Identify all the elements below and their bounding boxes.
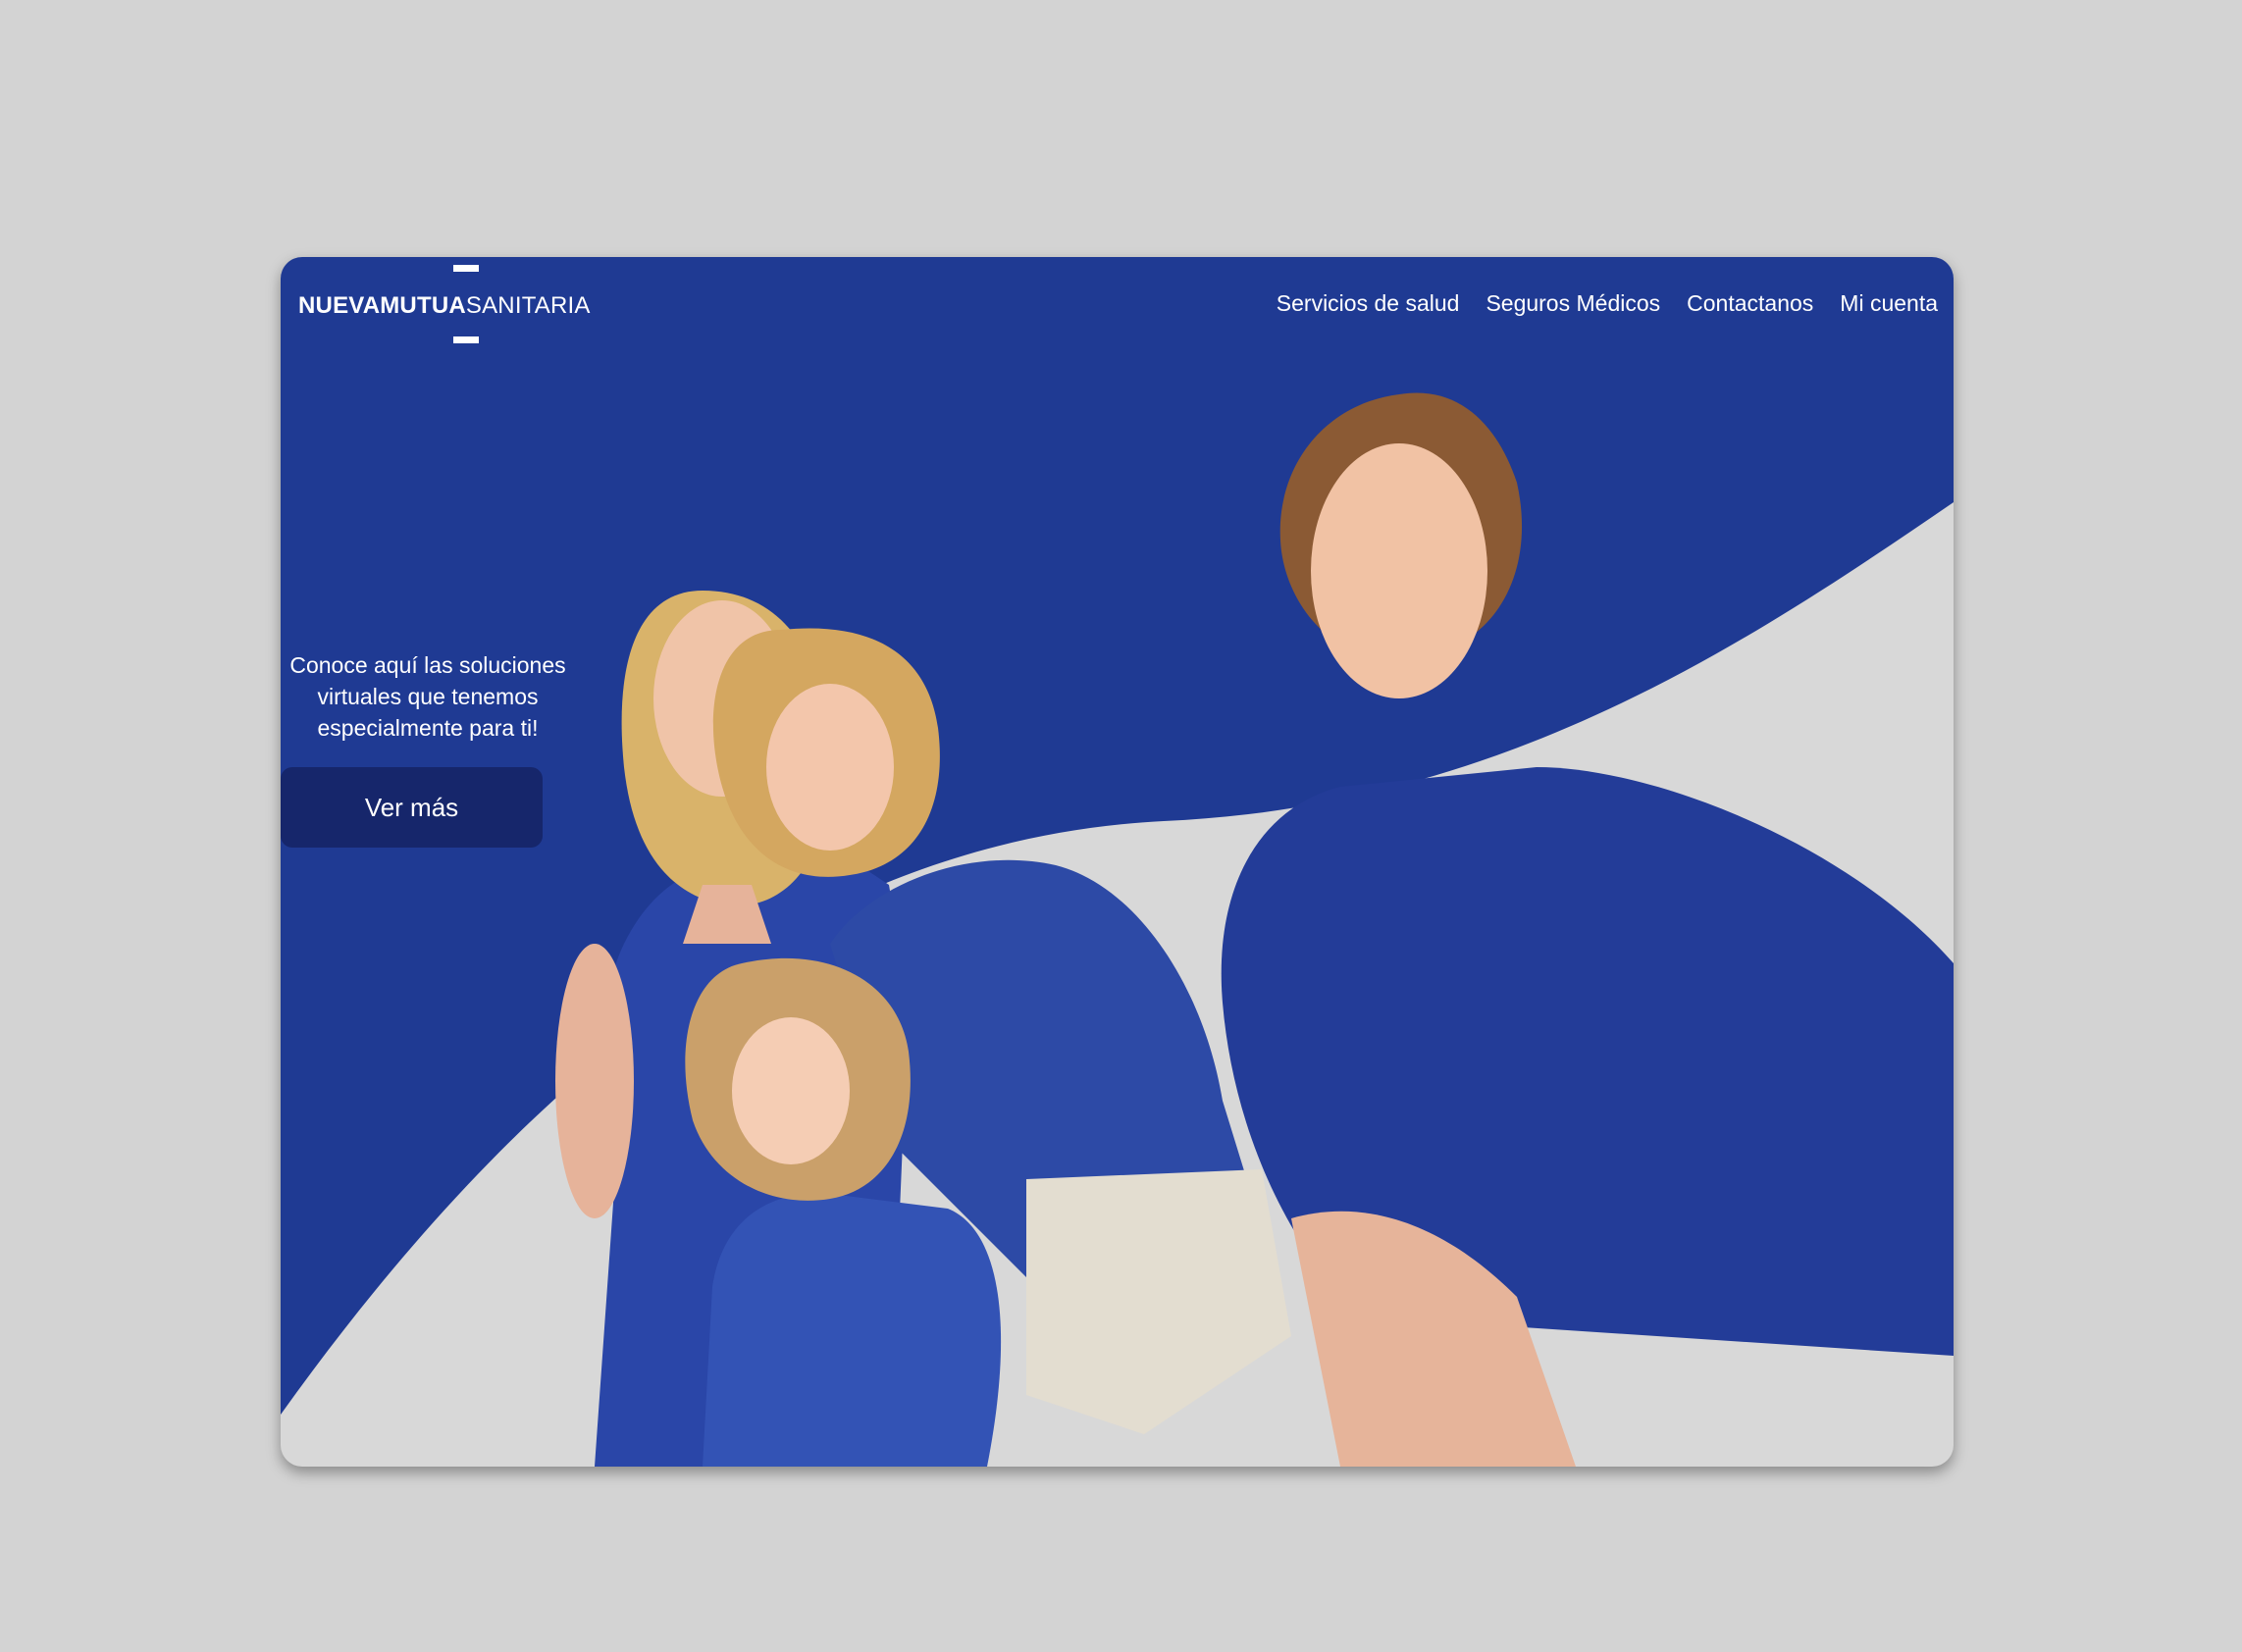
hero-text-line1: Conoce aquí las soluciones [289,652,566,678]
ver-mas-button[interactable]: Ver más [281,767,543,848]
logo-text-bold: NUEVAMUTUA [298,292,466,319]
nav-item-contactanos[interactable]: Contactanos [1687,290,1813,317]
logo-text: NUEVAMUTUASANITARIA [298,292,591,320]
hero-text-line3: especialmente para ti! [317,715,539,741]
website-mockup: NUEVAMUTUASANITARIA Servicios de salud S… [281,257,1954,1467]
logo-bar-top [453,265,479,272]
nav-item-seguros-medicos[interactable]: Seguros Médicos [1486,290,1660,317]
brand-logo[interactable]: NUEVAMUTUASANITARIA [298,265,612,347]
logo-bar-bottom [453,336,479,343]
family-photo [555,392,1954,1467]
main-nav: Servicios de salud Seguros Médicos Conta… [1277,290,1938,317]
father-figure [1221,392,1954,1467]
hero-text-line2: virtuales que tenemos [317,684,539,709]
nav-item-servicios-de-salud[interactable]: Servicios de salud [1277,290,1460,317]
nav-item-mi-cuenta[interactable]: Mi cuenta [1840,290,1938,317]
hero-text: Conoce aquí las soluciones virtuales que… [281,649,595,744]
logo-text-light: SANITARIA [465,292,591,319]
